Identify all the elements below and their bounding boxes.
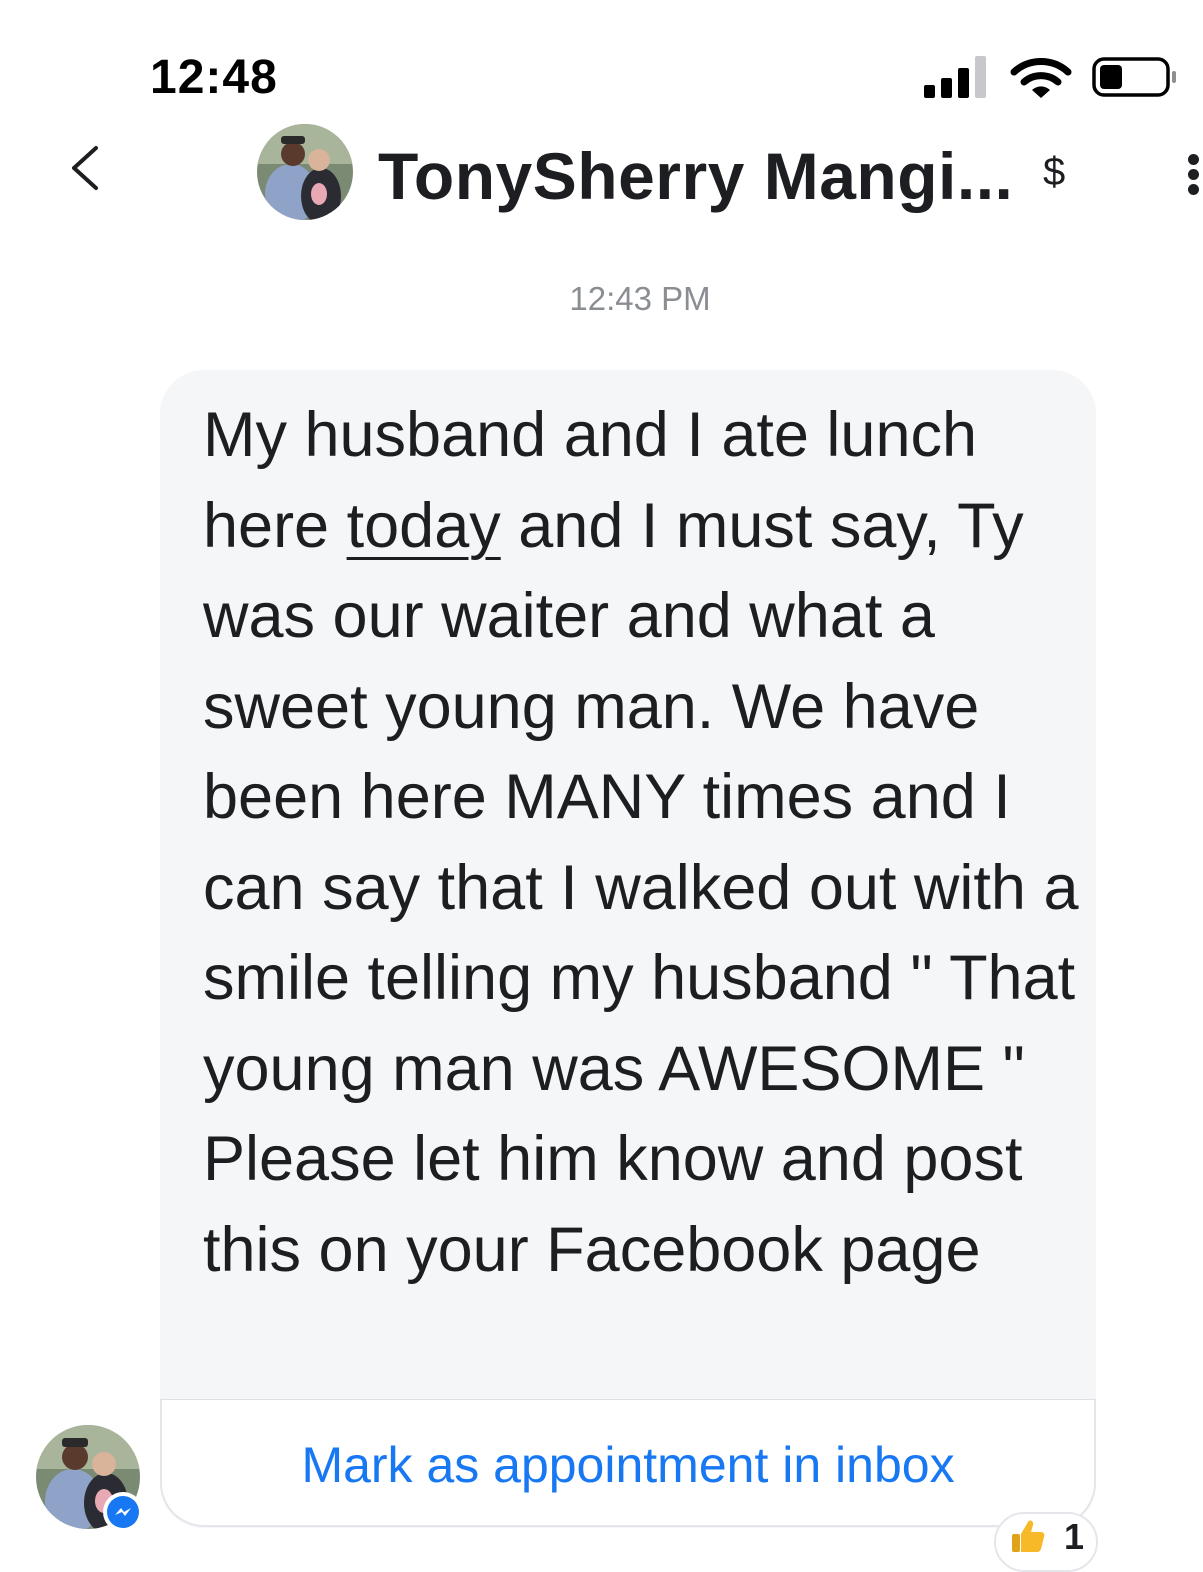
contact-name[interactable]: TonySherry Mangi... xyxy=(378,138,1013,214)
thumbs-up-icon xyxy=(1012,1520,1045,1552)
battery-icon xyxy=(1092,57,1176,97)
reaction-count: 1 xyxy=(1064,1516,1085,1557)
message-text-end: and I must say, Ty was our waiter and wh… xyxy=(203,490,1096,1285)
message-text: My husband and I ate lunch here today an… xyxy=(203,390,1083,1295)
date-link[interactable]: today xyxy=(347,491,501,561)
contact-avatar[interactable] xyxy=(257,124,353,220)
chevron-left-icon[interactable] xyxy=(64,140,110,196)
messenger-icon xyxy=(103,1492,143,1532)
message-timestamp: 12:43 PM xyxy=(569,280,711,317)
cellular-signal-icon xyxy=(924,56,992,98)
wifi-icon xyxy=(1010,58,1072,98)
mark-appointment-label[interactable]: Mark as appointment in inbox xyxy=(160,1436,1096,1494)
more-vertical-icon[interactable] xyxy=(1184,150,1203,198)
payment-icon[interactable]: $ xyxy=(1043,150,1065,195)
status-time: 12:48 xyxy=(150,51,278,104)
